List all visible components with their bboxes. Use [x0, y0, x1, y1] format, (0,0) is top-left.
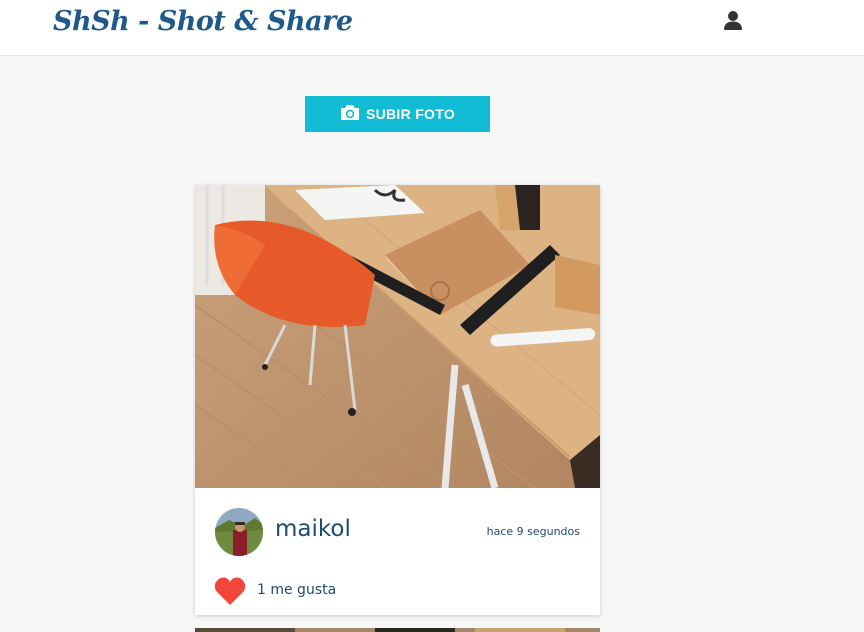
post-timestamp: hace 9 segundos — [486, 525, 580, 538]
post-card: maikol hace 9 segundos 1 me gusta — [195, 185, 600, 615]
brand-logo[interactable]: ShSh - Shot & Share — [53, 6, 353, 37]
post-username[interactable]: maikol — [275, 516, 351, 542]
camera-icon — [340, 104, 360, 124]
navbar: ShSh - Shot & Share — [0, 0, 864, 56]
upload-photo-label: SUBIR FOTO — [365, 106, 456, 122]
user-icon[interactable] — [722, 9, 744, 31]
upload-photo-button[interactable]: SUBIR FOTO — [305, 96, 490, 132]
likes-count: 1 me gusta — [257, 582, 337, 598]
heart-icon[interactable] — [214, 576, 246, 606]
post-photo[interactable] — [195, 185, 600, 488]
next-post-card — [195, 628, 600, 632]
avatar[interactable] — [215, 508, 263, 556]
